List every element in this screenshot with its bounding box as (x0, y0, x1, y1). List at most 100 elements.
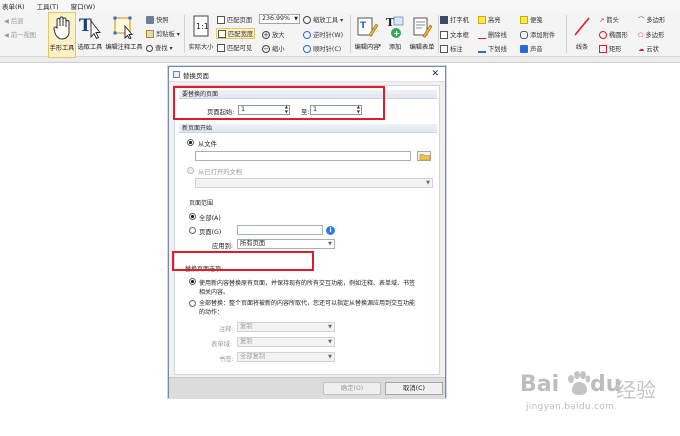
prev-view-button[interactable]: ◀ 前一视图 (4, 30, 36, 39)
fit-page-button[interactable]: 匹配页面 (217, 15, 252, 24)
zoom-tool-button[interactable]: 缩放工具 ▾ (303, 15, 343, 24)
arrow-tool-button[interactable]: ↗ 箭头 (599, 15, 619, 24)
underline-button[interactable]: 下划线 (478, 44, 507, 53)
file-path-input[interactable] (195, 151, 411, 161)
folder-icon (419, 153, 430, 160)
bookmarks-select[interactable]: 全部复制 ▼ (237, 352, 335, 362)
back-icon: ◀ (4, 18, 9, 25)
edit-annotation-tool-button[interactable]: 编辑注释工具 (104, 12, 144, 58)
keep-interactive-text-line2: 相关内容。 (199, 289, 230, 296)
dialog-app-icon (173, 71, 180, 78)
ribbon-separator (184, 15, 185, 53)
zoom-tool-icon (303, 16, 311, 24)
select-text-icon: T (79, 16, 101, 39)
fit-visible-button[interactable]: 匹配可见 (217, 43, 252, 52)
chevron-down-icon: ▾ (338, 17, 344, 24)
cloud-tool-button[interactable]: ☁ 云状 (638, 44, 659, 53)
dialog-titlebar: 替换页面 ✕ (169, 67, 445, 82)
sticky-note-icon (520, 16, 528, 24)
chevron-down-icon: ▼ (328, 241, 332, 247)
from-file-radio[interactable] (187, 139, 194, 146)
fit-page-icon (217, 16, 225, 24)
close-icon[interactable]: ✕ (431, 69, 439, 79)
rotate-ccw-button[interactable]: 逆时针(W) (303, 30, 343, 39)
select-tool-label: 选取工具 (77, 44, 103, 51)
hand-icon (53, 16, 70, 40)
polyline-tool-button[interactable]: ⌒ 多边形 (638, 15, 665, 24)
sticky-note-button[interactable]: 便笺 (520, 15, 543, 24)
sound-button[interactable]: 声音 (520, 44, 543, 53)
dialog-footer: 确定(O) 取消(C) (169, 377, 445, 399)
menu-tools[interactable]: 工具(T) (37, 1, 59, 11)
replace-all-text-line2: 的动作： (199, 309, 224, 316)
textbox-icon (440, 31, 448, 39)
cancel-button[interactable]: 取消(C) (385, 382, 443, 395)
svg-text:1:1: 1:1 (196, 22, 209, 31)
menu-form[interactable]: 表单(R) (2, 1, 25, 11)
callout-icon (440, 45, 448, 53)
line-tool-button[interactable]: 线条 (569, 12, 595, 58)
zoom-in-button[interactable]: + 放大 (262, 30, 285, 39)
chevron-down-icon: ▾ (378, 43, 381, 49)
browse-folder-button[interactable] (417, 151, 431, 161)
snapshot-button[interactable]: 快照 (146, 15, 169, 24)
strikeout-button[interactable]: 删除线 (478, 30, 507, 39)
zoom-level-select[interactable]: 236.99% ▼ (259, 14, 300, 24)
page-range-heading: 页面范围 (189, 200, 214, 207)
range-all-radio[interactable] (189, 213, 196, 220)
typewriter-button[interactable]: 打字机 (440, 15, 469, 24)
annotations-select[interactable]: 复制 ▼ (237, 322, 335, 332)
clipboard-button[interactable]: 剪贴板 ▾ (146, 29, 180, 38)
bookmarks-label: 书签: (219, 356, 234, 363)
menu-window[interactable]: 窗口(W) (71, 1, 96, 11)
edit-form-button[interactable]: 编辑表单 (408, 12, 436, 58)
form-fields-select[interactable]: 复制 ▼ (237, 337, 335, 347)
underline-icon (478, 45, 486, 53)
zoom-in-icon: + (262, 31, 270, 39)
from-open-doc-label: 从已打开的文档 (198, 169, 243, 176)
select-tool-button[interactable]: T 选取工具 (77, 12, 103, 58)
hand-tool-button[interactable]: 手形工具 (48, 12, 76, 58)
open-doc-select[interactable]: ▼ (195, 178, 433, 188)
actual-size-button[interactable]: 1:1 实际大小 (186, 12, 216, 58)
rectangle-icon (599, 45, 607, 53)
zoom-out-icon: − (262, 45, 270, 53)
replace-all-radio[interactable] (189, 300, 196, 307)
from-open-doc-radio[interactable] (187, 167, 194, 174)
zoom-out-button[interactable]: − 缩小 (262, 44, 285, 53)
attach-file-button[interactable]: 添加附件 (520, 30, 555, 39)
chevron-down-icon: ▼ (328, 339, 332, 345)
apply-to-select[interactable]: 所有页面 ▼ (237, 239, 335, 249)
highlight-button[interactable]: 高亮 (478, 15, 501, 24)
rotate-cw-button[interactable]: 顺时针(C) (303, 44, 341, 53)
keep-interactive-radio[interactable] (189, 278, 196, 285)
svg-text:+: + (393, 29, 400, 38)
callout-button[interactable]: 标注 (440, 44, 463, 53)
rectangle-tool-button[interactable]: 矩形 (599, 44, 622, 53)
polygon-tool-button[interactable]: ⬠ 多边形 (638, 30, 664, 39)
fit-width-button[interactable]: 匹配宽度 (216, 28, 256, 39)
speaker-icon (520, 45, 528, 53)
replace-all-text-line1: 全部替换：整个页面将被新的内容所取代，您还可以指定从替换源应用到交互功能 (199, 300, 416, 307)
textbox-button[interactable]: 文本框 (440, 30, 469, 39)
ellipse-tool-button[interactable]: 椭圆形 (599, 30, 628, 39)
add-button[interactable]: T + 添加 (383, 12, 407, 58)
edit-content-button[interactable]: T 编辑内容 ▾ (352, 12, 382, 58)
find-button[interactable]: 查找 ▾ (146, 43, 173, 52)
apply-to-label: 应用到: (212, 243, 234, 250)
highlight-box-replace-options (172, 251, 314, 271)
polygon-icon: ⬠ (638, 32, 644, 39)
info-icon[interactable]: i (326, 226, 335, 235)
baidu-jingyan-watermark: Bai du 经验 jingyan.baidu.com (520, 366, 670, 416)
clipboard-icon (146, 30, 154, 38)
range-pages-radio[interactable] (189, 227, 196, 234)
line-label: 线条 (575, 44, 589, 51)
ok-button[interactable]: 确定(O) (323, 382, 381, 395)
range-pages-label: 页面(G) (199, 229, 222, 236)
chevron-down-icon: ▾ (174, 31, 180, 38)
arrow-icon: ↗ (599, 17, 605, 24)
annotations-label: 注释: (219, 326, 234, 333)
pages-range-input[interactable] (237, 225, 323, 235)
back-button[interactable]: ◀ 后退 (4, 16, 23, 25)
svg-text:T: T (79, 16, 92, 36)
